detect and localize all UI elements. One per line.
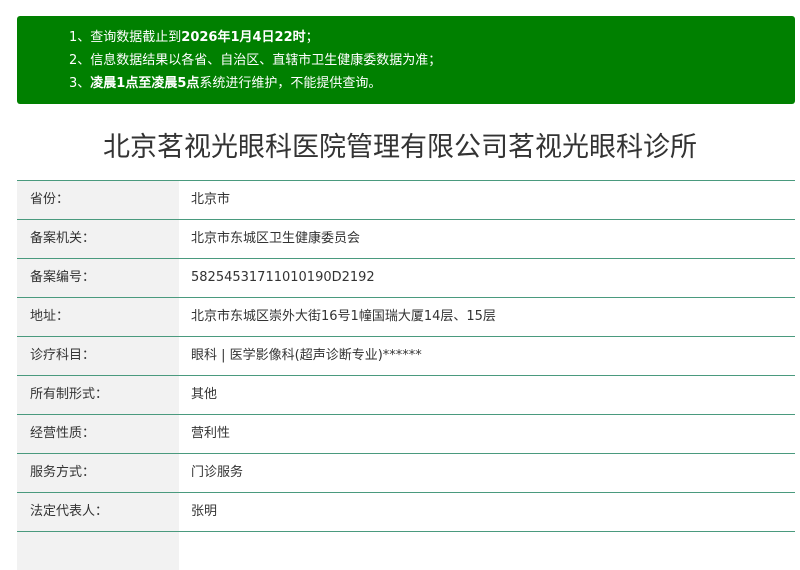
notice-line-3: 3、凌晨1点至凌晨5点系统进行维护，不能提供查询。 xyxy=(69,72,795,95)
table-row: 地址： 北京市东城区崇外大街16号1幢国瑞大厦14层、15层 xyxy=(17,298,795,337)
notice-line-3-time: 凌晨1点至凌晨5点 xyxy=(90,76,200,91)
page-title: 北京茗视光眼科医院管理有限公司茗视光眼科诊所 xyxy=(103,132,697,163)
table-row: 诊疗科目： 眼科 | 医学影像科(超声诊断专业)****** xyxy=(17,337,795,376)
table-row: 经营性质： 营利性 xyxy=(17,415,795,454)
row-value-province: 北京市 xyxy=(191,192,231,207)
notice-line-3-prefix: 3、 xyxy=(69,76,91,91)
table-row: 所有制形式： 其他 xyxy=(17,376,795,415)
row-label-cut-off xyxy=(17,532,179,570)
row-label-filing-authority: 备案机关： xyxy=(17,220,179,258)
notice-banner: 1、查询数据截止到2026年1月4日22时； 2、信息数据结果以各省、自治区、直… xyxy=(17,16,795,104)
row-value-address: 北京市东城区崇外大街16号1幢国瑞大厦14层、15层 xyxy=(191,309,496,324)
row-value-business-nature: 营利性 xyxy=(191,426,231,441)
row-value-ownership: 其他 xyxy=(191,387,218,402)
notice-line-1-prefix: 1、查询数据截止到 xyxy=(69,30,182,45)
notice-line-2: 2、信息数据结果以各省、自治区、直辖市卫生健康委数据为准； xyxy=(69,49,795,72)
notice-line-2-text: 2、信息数据结果以各省、自治区、直辖市卫生健康委数据为准； xyxy=(69,53,442,68)
row-value-filing-authority: 北京市东城区卫生健康委员会 xyxy=(191,231,361,246)
table-row: 服务方式： 门诊服务 xyxy=(17,454,795,493)
table-row: 法定代表人： 张明 xyxy=(17,493,795,532)
info-table: 省份： 北京市 备案机关： 北京市东城区卫生健康委员会 备案编号： 582545… xyxy=(17,180,795,570)
row-value-service-mode: 门诊服务 xyxy=(191,465,244,480)
table-row xyxy=(17,532,795,570)
row-label-filing-number: 备案编号： xyxy=(17,259,179,297)
row-value-legal-representative: 张明 xyxy=(191,504,218,519)
row-label-ownership: 所有制形式： xyxy=(17,376,179,414)
row-label-province: 省份： xyxy=(17,181,179,219)
table-row: 备案机关： 北京市东城区卫生健康委员会 xyxy=(17,220,795,259)
row-label-legal-representative: 法定代表人： xyxy=(17,493,179,531)
notice-line-1-suffix: ； xyxy=(305,30,319,45)
table-row: 省份： 北京市 xyxy=(17,181,795,220)
row-value-filing-number: 58254531711010190D2192 xyxy=(191,270,375,285)
table-row: 备案编号： 58254531711010190D2192 xyxy=(17,259,795,298)
row-value-departments: 眼科 | 医学影像科(超声诊断专业)****** xyxy=(191,348,422,363)
row-label-service-mode: 服务方式： xyxy=(17,454,179,492)
row-label-address: 地址： xyxy=(17,298,179,336)
notice-line-1-date: 2026年1月4日22时 xyxy=(181,30,306,45)
row-label-departments: 诊疗科目： xyxy=(17,337,179,375)
notice-line-1: 1、查询数据截止到2026年1月4日22时； xyxy=(69,26,795,49)
notice-line-3-suffix: 系统进行维护，不能提供查询。 xyxy=(199,76,382,91)
row-label-business-nature: 经营性质： xyxy=(17,415,179,453)
row-value-cut-off xyxy=(179,532,795,570)
